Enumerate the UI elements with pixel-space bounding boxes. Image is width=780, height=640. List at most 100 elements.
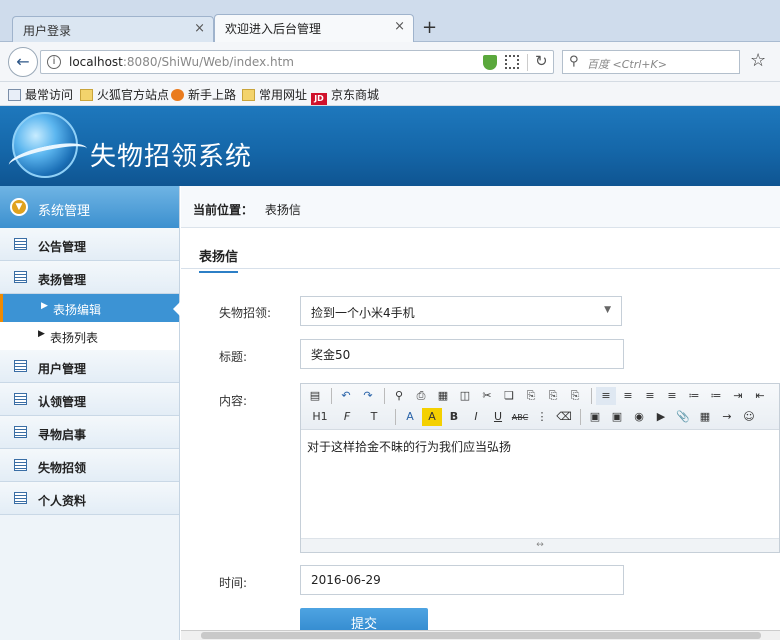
- sidebar-subitem-praise-list[interactable]: ▶ 表扬列表: [0, 322, 179, 350]
- bookmark-common-sites[interactable]: 常用网址: [242, 86, 307, 103]
- sidebar-header[interactable]: ▼ 系统管理: [0, 186, 179, 228]
- divider: [580, 408, 581, 425]
- template-icon[interactable]: ▦: [433, 387, 453, 405]
- app-title: 失物招领系统: [90, 142, 253, 172]
- sidebar-item-claims[interactable]: 认领管理: [0, 383, 179, 416]
- eraser-icon[interactable]: ⌫: [554, 408, 574, 426]
- flash-icon[interactable]: ◉: [629, 408, 649, 426]
- unordered-list-icon[interactable]: ≔: [706, 387, 726, 405]
- bookmark-firefox-site[interactable]: 火狐官方站点: [80, 86, 169, 103]
- divider: [395, 408, 396, 425]
- font-color-button[interactable]: A: [400, 408, 420, 426]
- indent-icon[interactable]: ⇥: [728, 387, 748, 405]
- bookmark-getting-started[interactable]: 新手上路: [171, 86, 236, 103]
- bookmark-jd-mall[interactable]: JD 京东商城: [311, 86, 379, 105]
- lost-item-label: 失物招领:: [219, 306, 272, 320]
- sidebar-item-found-items[interactable]: 失物招领: [0, 449, 179, 482]
- align-center-icon[interactable]: ≡: [618, 387, 638, 405]
- list-icon: [14, 426, 27, 438]
- title-field[interactable]: [300, 339, 624, 369]
- image-icon[interactable]: ▣: [585, 408, 605, 426]
- underline-button[interactable]: U: [488, 408, 508, 426]
- preview-icon[interactable]: ⚲: [389, 387, 409, 405]
- source-icon[interactable]: ▤: [305, 387, 325, 405]
- scrollbar-thumb[interactable]: [201, 632, 761, 639]
- page-icon: [8, 89, 21, 101]
- qr-code-icon[interactable]: [505, 55, 519, 69]
- toolbar-row-1: ▤ ↶ ↷ ⚲ ⎙ ▦ ◫ ✂ ❏ ⎘ ⎘ ⎘ ≡ ≡ ≡ ≡ ≔ ≔ ⇥ ⇤: [305, 387, 772, 407]
- undo-icon[interactable]: ↶: [336, 387, 356, 405]
- italic-button[interactable]: I: [466, 408, 486, 426]
- caret-right-icon: ▶: [38, 329, 45, 339]
- paste-text-icon[interactable]: ⎘: [543, 387, 563, 405]
- folder-icon: [80, 89, 93, 101]
- divider: [384, 387, 385, 404]
- highlight-color-button[interactable]: A: [422, 408, 442, 426]
- bookmark-star-icon[interactable]: ☆: [750, 50, 766, 71]
- align-left-icon[interactable]: ≡: [596, 387, 616, 405]
- emoticon-icon[interactable]: ☺: [739, 408, 759, 426]
- horizontal-scrollbar[interactable]: [181, 630, 780, 640]
- divider: [527, 54, 528, 71]
- sidebar-header-label: 系统管理: [38, 204, 91, 219]
- tab-user-login[interactable]: 用户登录 ×: [12, 16, 214, 42]
- info-icon[interactable]: i: [47, 55, 61, 69]
- search-input[interactable]: ⚲ 百度 <Ctrl+K>: [562, 50, 740, 74]
- font-family-dropdown[interactable]: F: [337, 408, 357, 426]
- multi-image-icon[interactable]: ▣: [607, 408, 627, 426]
- justify-icon[interactable]: ≡: [662, 387, 682, 405]
- code-icon[interactable]: ◫: [455, 387, 475, 405]
- copy-icon[interactable]: ❏: [499, 387, 519, 405]
- new-tab-button[interactable]: +: [422, 17, 437, 38]
- list-icon: [14, 492, 27, 504]
- tab-admin-welcome[interactable]: 欢迎进入后台管理 ×: [214, 14, 414, 43]
- ordered-list-icon[interactable]: ≔: [684, 387, 704, 405]
- outdent-icon[interactable]: ⇤: [750, 387, 770, 405]
- sidebar-item-label: 公告管理: [38, 240, 87, 254]
- close-icon[interactable]: ×: [194, 21, 205, 36]
- sidebar-item-label: 认领管理: [38, 395, 87, 409]
- shield-icon[interactable]: [483, 55, 497, 70]
- media-icon[interactable]: ▶: [651, 408, 671, 426]
- sidebar-item-praise[interactable]: 表扬管理: [0, 261, 179, 294]
- strikethrough-button[interactable]: ABC: [510, 409, 530, 427]
- hr-icon[interactable]: ⋮: [532, 408, 552, 426]
- chevron-down-icon: ▼: [604, 305, 611, 315]
- divider: [591, 387, 592, 404]
- sidebar-subitem-praise-edit[interactable]: ▶ 表扬编辑: [0, 294, 180, 322]
- bookmark-most-visited[interactable]: 最常访问: [8, 86, 73, 103]
- link-icon[interactable]: →: [717, 408, 737, 426]
- redo-icon[interactable]: ↷: [358, 387, 378, 405]
- divider: [181, 268, 780, 269]
- search-icon: ⚲: [569, 54, 579, 69]
- paste-icon[interactable]: ⎘: [521, 387, 541, 405]
- attachment-icon[interactable]: 📎: [673, 408, 693, 426]
- close-icon[interactable]: ×: [394, 19, 405, 34]
- editor-content[interactable]: 对于这样拾金不昧的行为我们应当弘扬: [301, 430, 779, 538]
- title-label: 标题:: [219, 350, 248, 364]
- heading-dropdown[interactable]: H1: [305, 408, 335, 426]
- paste-word-icon[interactable]: ⎘: [565, 387, 585, 405]
- tab-label: 用户登录: [23, 24, 72, 38]
- sidebar-item-announcements[interactable]: 公告管理: [0, 228, 179, 261]
- address-bar[interactable]: i localhost:8080/ShiWu/Web/index.htm ↻: [40, 50, 554, 74]
- url-text: localhost:8080/ShiWu/Web/index.htm: [69, 55, 294, 69]
- sidebar-item-profile[interactable]: 个人资料: [0, 482, 179, 515]
- table-icon[interactable]: ▦: [695, 408, 715, 426]
- reload-icon[interactable]: ↻: [535, 52, 548, 70]
- sidebar-item-lost-notices[interactable]: 寻物启事: [0, 416, 179, 449]
- resize-handle[interactable]: ↔: [301, 538, 779, 552]
- back-button[interactable]: ←: [8, 47, 38, 77]
- lost-item-select[interactable]: 捡到一个小米4手机 ▼: [300, 296, 622, 326]
- sidebar-item-users[interactable]: 用户管理: [0, 350, 179, 383]
- bookmarks-bar: 最常访问 火狐官方站点 新手上路 常用网址 JD 京东商城: [0, 82, 780, 106]
- bold-button[interactable]: B: [444, 408, 464, 426]
- align-right-icon[interactable]: ≡: [640, 387, 660, 405]
- time-field[interactable]: [300, 565, 624, 595]
- cut-icon[interactable]: ✂: [477, 387, 497, 405]
- time-label: 时间:: [219, 576, 248, 590]
- print-icon[interactable]: ⎙: [411, 387, 431, 405]
- sidebar-item-label: 寻物启事: [38, 428, 87, 442]
- jd-icon: JD: [311, 93, 327, 105]
- font-size-dropdown[interactable]: T: [359, 408, 389, 426]
